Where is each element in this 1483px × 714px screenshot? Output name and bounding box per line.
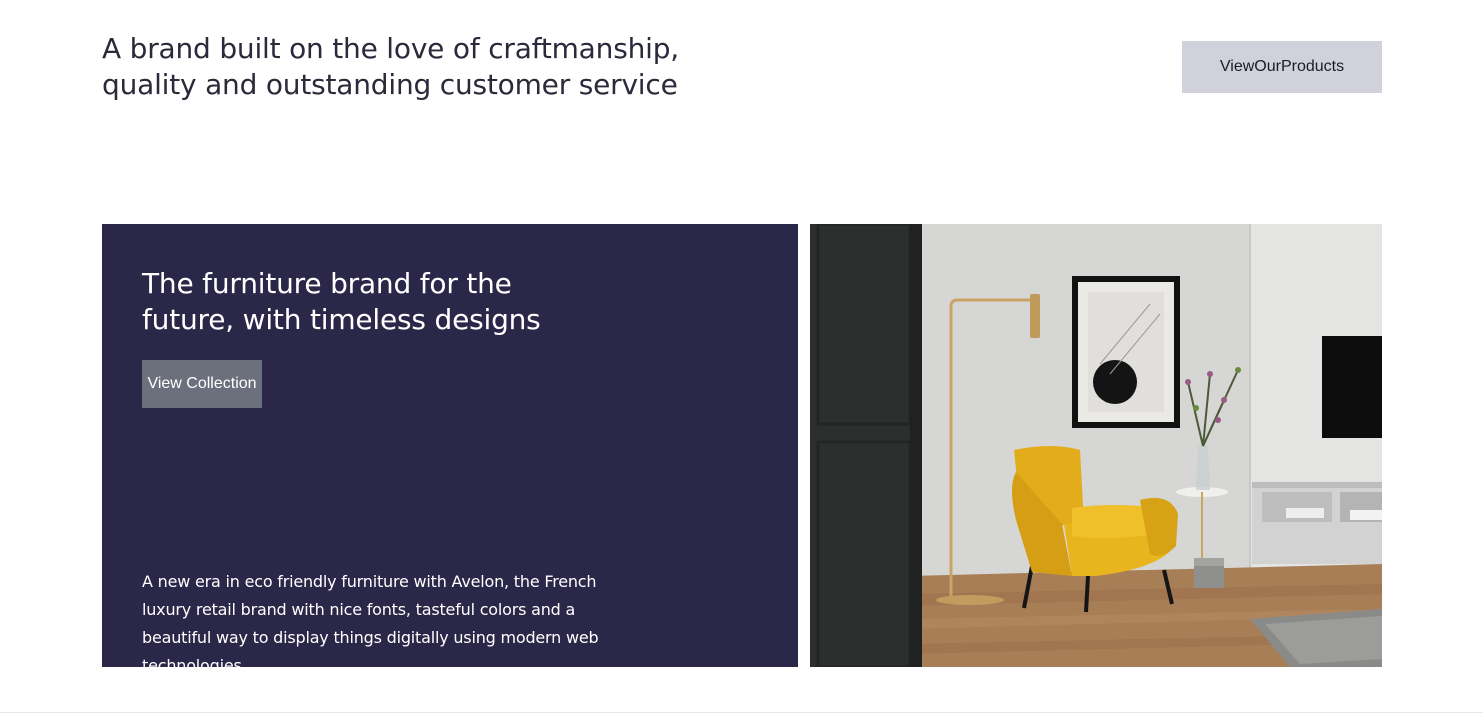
view-our-products-button[interactable]: ViewOurProducts <box>1182 41 1382 93</box>
brand-tagline: A brand built on the love of craftmanshi… <box>102 32 679 101</box>
feature-panel: The furniture brand for the future, with… <box>102 224 798 675</box>
page-divider <box>0 712 1483 713</box>
living-room-photo <box>810 224 1382 667</box>
feature-title: The furniture brand for the future, with… <box>142 267 541 336</box>
feature-description: A new era in eco friendly furniture with… <box>142 572 599 675</box>
view-collection-button[interactable]: View Collection <box>142 360 262 408</box>
